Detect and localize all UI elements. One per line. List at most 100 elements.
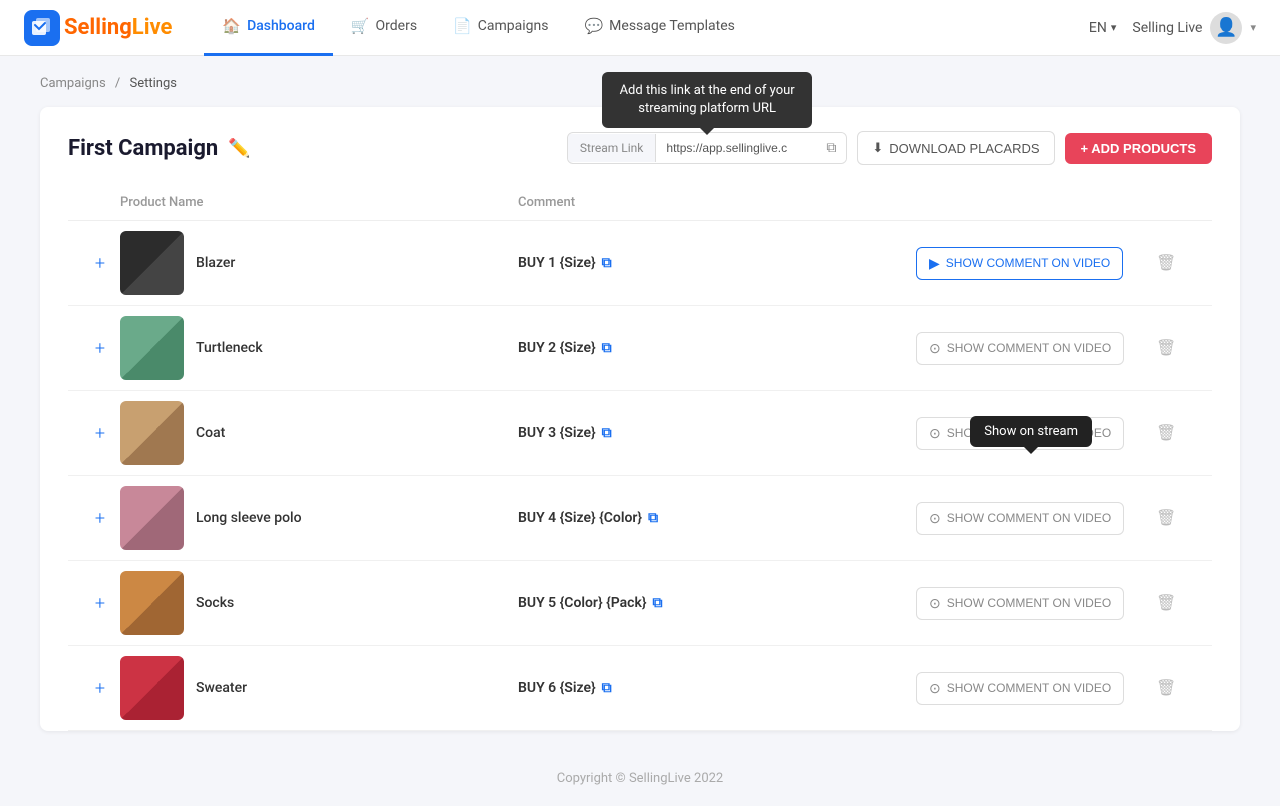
table-row: + Turtleneck BUY 2 {Size} ⧉ ⊙ SHOW COMME…: [68, 306, 1212, 391]
show-comment-button-2[interactable]: ⊙ SHOW COMMENT ON VIDEO: [916, 332, 1124, 365]
product-info-5: Socks: [120, 571, 518, 635]
comment-text-2: BUY 2 {Size}: [518, 340, 596, 356]
product-name-1: Blazer: [196, 255, 235, 271]
delete-button-3[interactable]: 🗑: [1156, 423, 1176, 443]
logo[interactable]: SellingLive: [24, 10, 172, 46]
col-comment: Comment: [518, 195, 916, 210]
product-info-6: Sweater: [120, 656, 518, 720]
expand-button-1[interactable]: +: [80, 253, 120, 274]
nav-campaigns[interactable]: 📄 Campaigns: [435, 0, 566, 56]
dashboard-icon: 🏠: [222, 17, 241, 35]
comment-text-4: BUY 4 {Size} {Color}: [518, 510, 642, 526]
table-header: Product Name Comment: [68, 185, 1212, 221]
nav-message-templates[interactable]: 💬 Message Templates: [566, 0, 752, 56]
campaign-actions: Add this link at the end of your streami…: [567, 131, 1212, 165]
breadcrumb-campaigns[interactable]: Campaigns: [40, 76, 106, 91]
show-stream-tooltip: Show on stream: [970, 416, 1092, 447]
product-image-3: [120, 401, 184, 465]
show-btn-label-1: SHOW COMMENT ON VIDEO: [946, 256, 1110, 270]
product-info-1: Blazer: [120, 231, 518, 295]
table-row: + Sweater BUY 6 {Size} ⧉ ⊙ SHOW COMMENT …: [68, 646, 1212, 731]
product-info-2: Turtleneck: [120, 316, 518, 380]
user-info[interactable]: Selling Live 👤 ▾: [1132, 12, 1256, 44]
action-cell-1: ▶ SHOW COMMENT ON VIDEO: [916, 247, 1156, 280]
product-name-4: Long sleeve polo: [196, 510, 302, 526]
comment-cell-3: BUY 3 {Size} ⧉: [518, 425, 916, 441]
campaign-title-row: First Campaign ✏️: [68, 136, 251, 161]
play-icon-4: ⊙: [929, 510, 941, 527]
comment-text-1: BUY 1 {Size}: [518, 255, 596, 271]
download-placards-button[interactable]: ⬇ DOWNLOAD PLACARDS: [857, 131, 1054, 165]
play-icon-1: ▶: [929, 255, 940, 272]
products-list: + Blazer BUY 1 {Size} ⧉ ▶ SHOW COMMENT O…: [68, 221, 1212, 731]
product-info-3: Coat: [120, 401, 518, 465]
message-icon: 💬: [584, 17, 603, 35]
expand-button-4[interactable]: +: [80, 508, 120, 529]
product-name-3: Coat: [196, 425, 225, 441]
show-comment-button-6[interactable]: ⊙ SHOW COMMENT ON VIDEO: [916, 672, 1124, 705]
action-cell-5: ⊙ SHOW COMMENT ON VIDEO: [916, 587, 1156, 620]
table-row: + Blazer BUY 1 {Size} ⧉ ▶ SHOW COMMENT O…: [68, 221, 1212, 306]
delete-button-6[interactable]: 🗑: [1156, 678, 1176, 698]
navbar: SellingLive 🏠 Dashboard 🛒 Orders 📄 Campa…: [0, 0, 1280, 56]
copy-link-icon[interactable]: ⧉: [816, 133, 846, 163]
play-icon-5: ⊙: [929, 595, 941, 612]
copy-comment-icon-6[interactable]: ⧉: [602, 680, 612, 696]
edit-icon[interactable]: ✏️: [228, 138, 250, 159]
footer: Copyright © SellingLive 2022: [0, 751, 1280, 806]
campaign-header: First Campaign ✏️ Add this link at the e…: [68, 131, 1212, 165]
stream-link-tooltip-wrapper: Add this link at the end of your streami…: [567, 132, 848, 164]
copy-comment-icon-3[interactable]: ⧉: [602, 425, 612, 441]
expand-button-5[interactable]: +: [80, 593, 120, 614]
copy-comment-icon-4[interactable]: ⧉: [648, 510, 658, 526]
avatar: 👤: [1210, 12, 1242, 44]
product-image-1: [120, 231, 184, 295]
main-content: Campaigns / Settings First Campaign ✏️ A…: [0, 56, 1280, 751]
delete-button-4[interactable]: 🗑: [1156, 508, 1176, 528]
comment-cell-2: BUY 2 {Size} ⧉: [518, 340, 916, 356]
nav-dashboard[interactable]: 🏠 Dashboard: [204, 0, 332, 56]
product-image-5: [120, 571, 184, 635]
lang-selector[interactable]: EN ▾: [1089, 20, 1116, 36]
table-row: + Long sleeve polo BUY 4 {Size} {Color} …: [68, 476, 1212, 561]
show-btn-label-2: SHOW COMMENT ON VIDEO: [947, 341, 1111, 355]
action-cell-4: ⊙ SHOW COMMENT ON VIDEO: [916, 502, 1156, 535]
add-products-button[interactable]: + ADD PRODUCTS: [1065, 133, 1212, 164]
campaign-title: First Campaign: [68, 136, 218, 161]
show-comment-button-5[interactable]: ⊙ SHOW COMMENT ON VIDEO: [916, 587, 1124, 620]
logo-text: SellingLive: [64, 15, 172, 40]
show-btn-label-5: SHOW COMMENT ON VIDEO: [947, 596, 1111, 610]
comment-text-6: BUY 6 {Size}: [518, 680, 596, 696]
comment-cell-1: BUY 1 {Size} ⧉: [518, 255, 916, 271]
copy-comment-icon-1[interactable]: ⧉: [602, 255, 612, 271]
copy-comment-icon-5[interactable]: ⧉: [652, 595, 662, 611]
show-comment-button-4[interactable]: ⊙ SHOW COMMENT ON VIDEO: [916, 502, 1124, 535]
expand-button-6[interactable]: +: [80, 678, 120, 699]
show-comment-button-1[interactable]: ▶ SHOW COMMENT ON VIDEO: [916, 247, 1123, 280]
comment-cell-5: BUY 5 {Color} {Pack} ⧉: [518, 595, 916, 611]
stream-link-input[interactable]: [656, 134, 816, 162]
breadcrumb-current: Settings: [130, 76, 177, 91]
orders-icon: 🛒: [351, 17, 370, 35]
stream-link-wrap: Stream Link ⧉: [567, 132, 848, 164]
expand-button-3[interactable]: +: [80, 423, 120, 444]
delete-button-5[interactable]: 🗑: [1156, 593, 1176, 613]
nav-right: EN ▾ Selling Live 👤 ▾: [1089, 12, 1256, 44]
product-name-5: Socks: [196, 595, 234, 611]
comment-text-5: BUY 5 {Color} {Pack}: [518, 595, 646, 611]
stream-link-tooltip: Add this link at the end of your streami…: [602, 72, 812, 128]
copy-comment-icon-2[interactable]: ⧉: [602, 340, 612, 356]
delete-button-2[interactable]: 🗑: [1156, 338, 1176, 358]
show-btn-label-6: SHOW COMMENT ON VIDEO: [947, 681, 1111, 695]
delete-button-1[interactable]: 🗑: [1156, 253, 1176, 273]
product-name-2: Turtleneck: [196, 340, 263, 356]
table-row: + Socks BUY 5 {Color} {Pack} ⧉ ⊙ SHOW CO…: [68, 561, 1212, 646]
campaigns-icon: 📄: [453, 17, 472, 35]
action-cell-2: ⊙ SHOW COMMENT ON VIDEO: [916, 332, 1156, 365]
product-name-6: Sweater: [196, 680, 247, 696]
expand-button-2[interactable]: +: [80, 338, 120, 359]
show-btn-label-4: SHOW COMMENT ON VIDEO: [947, 511, 1111, 525]
nav-orders[interactable]: 🛒 Orders: [333, 0, 435, 56]
play-icon-3: ⊙: [929, 425, 941, 442]
comment-text-3: BUY 3 {Size}: [518, 425, 596, 441]
